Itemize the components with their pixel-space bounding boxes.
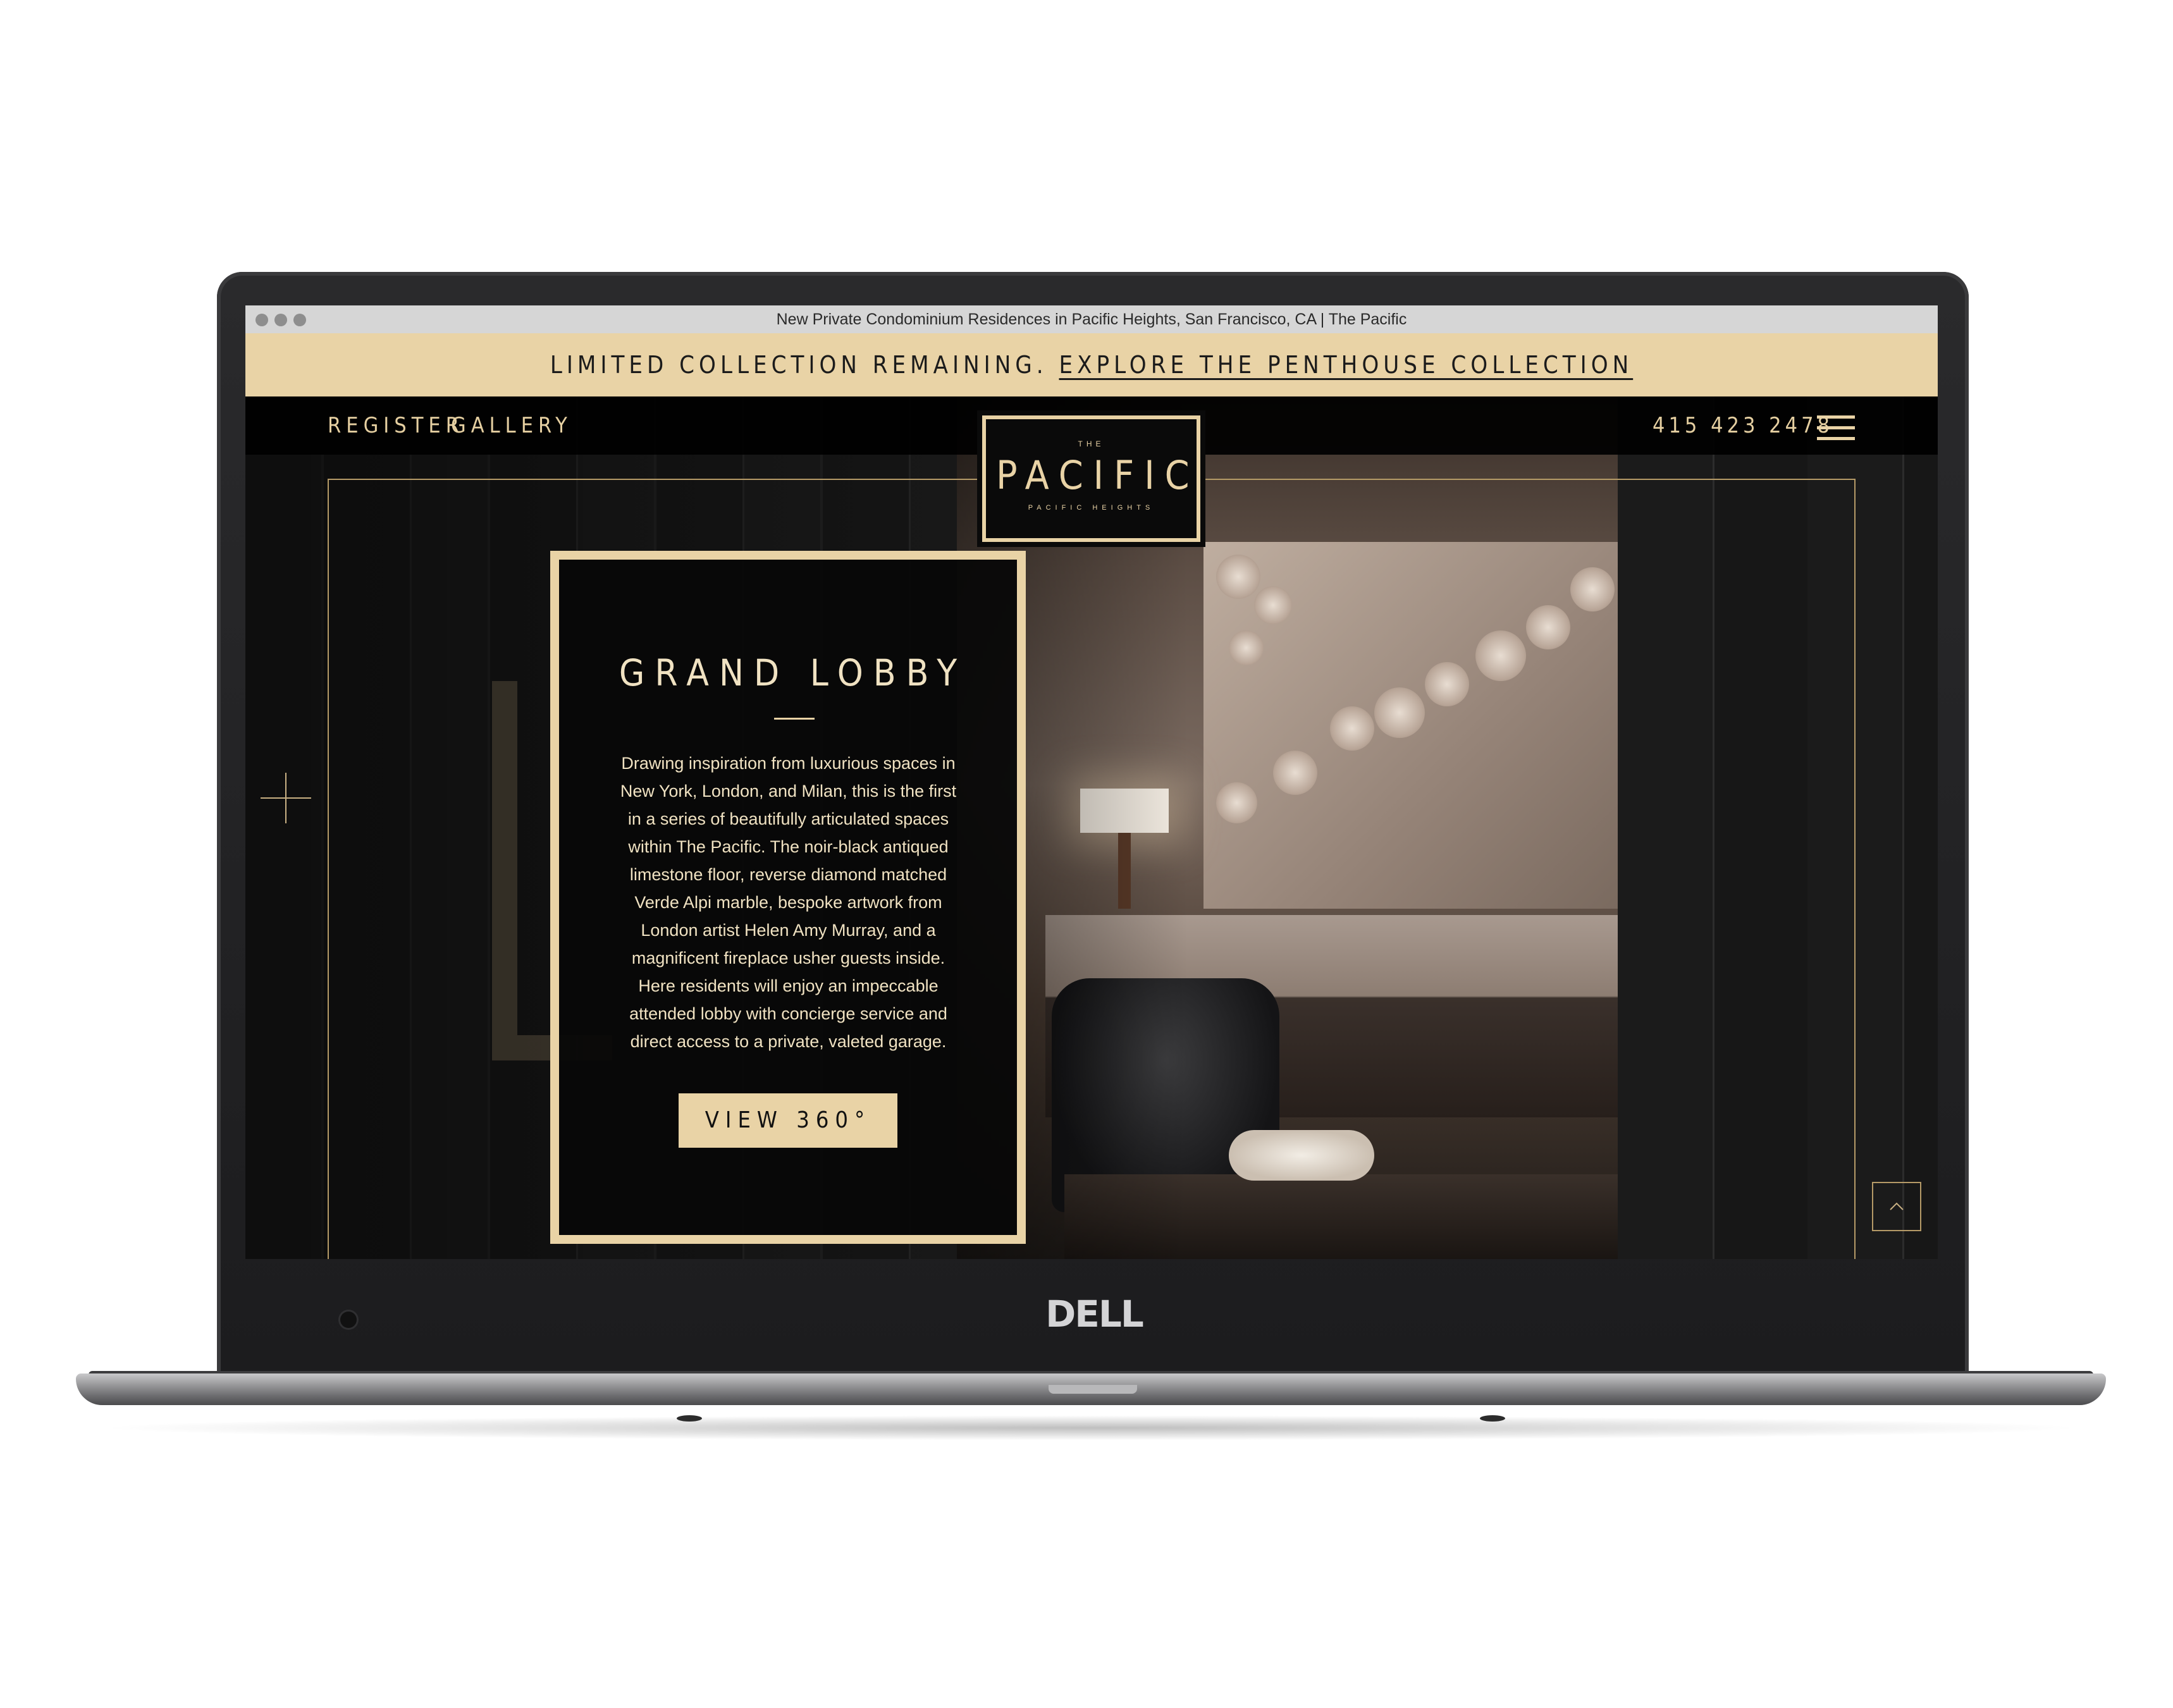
announcement-banner: LIMITED COLLECTION REMAINING. EXPLORE TH… <box>245 333 1938 396</box>
the-pacific-logo[interactable]: THE PACIFIC PACIFIC HEIGHTS <box>982 415 1200 542</box>
banner-text: LIMITED COLLECTION REMAINING. <box>550 351 1048 379</box>
scroll-to-top-button[interactable] <box>1872 1182 1921 1231</box>
webcam <box>340 1312 357 1328</box>
menu-icon-bar <box>1817 426 1855 429</box>
chevron-up-icon <box>1890 1202 1904 1210</box>
laptop-screen: New Private Condominium Residences in Pa… <box>245 305 1938 1259</box>
menu-icon-bar <box>1817 415 1855 419</box>
laptop-notch <box>1049 1385 1137 1394</box>
plus-icon[interactable] <box>261 773 311 823</box>
penthouse-collection-link[interactable]: EXPLORE THE PENTHOUSE COLLECTION <box>1059 351 1634 379</box>
laptop-shadow <box>95 1415 2087 1441</box>
card-title: GRAND LOBBY <box>619 651 968 694</box>
logo-the: THE <box>1078 439 1105 448</box>
nav-register-link[interactable]: REGISTER <box>328 396 464 455</box>
logo-subtitle: PACIFIC HEIGHTS <box>1028 504 1155 512</box>
laptop-foot <box>1480 1415 1505 1422</box>
logo-wordmark: PACIFIC <box>996 452 1200 498</box>
menu-icon-bar <box>1817 437 1855 440</box>
phone-number-link[interactable]: 415 423 2478 <box>1653 396 1833 455</box>
laptop-foot <box>677 1415 702 1422</box>
menu-icon[interactable] <box>1817 415 1855 441</box>
title-divider <box>774 718 815 720</box>
dell-logo: DELL <box>1045 1293 1144 1336</box>
plus-icon-vertical <box>285 773 286 823</box>
view-360-button[interactable]: VIEW 360° <box>679 1093 897 1148</box>
window-title: New Private Condominium Residences in Pa… <box>776 310 1407 328</box>
grand-lobby-card: GRAND LOBBY Drawing inspiration from lux… <box>550 551 1026 1244</box>
hero-section: REGISTER GALLERY 415 423 2478 THE PACIFI… <box>245 396 1938 1259</box>
card-description: Drawing inspiration from luxurious space… <box>620 754 957 1051</box>
browser-title-bar: New Private Condominium Residences in Pa… <box>245 305 1938 334</box>
nav-gallery-link[interactable]: GALLERY <box>451 396 572 455</box>
